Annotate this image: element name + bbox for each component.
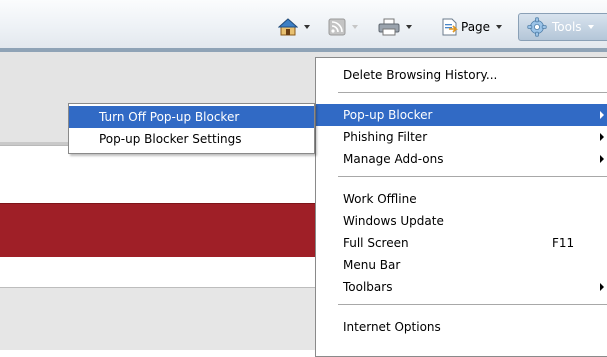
tools-dropdown-caret — [587, 25, 594, 29]
submenu-item-label: Turn Off Pop-up Blocker — [99, 110, 240, 124]
command-bar: Page Tools — [0, 0, 607, 48]
submenu-arrow-icon — [600, 155, 604, 163]
menu-item-popup-blocker[interactable]: Pop-up Blocker — [316, 104, 607, 126]
menu-item-toolbars[interactable]: Toolbars — [316, 276, 607, 298]
popup-blocker-submenu: Turn Off Pop-up Blocker Pop-up Blocker S… — [68, 103, 315, 154]
page-icon — [442, 18, 458, 36]
print-dropdown-caret[interactable] — [406, 25, 412, 29]
submenu-arrow-icon — [600, 133, 604, 141]
menu-item-windows-update[interactable]: Windows Update — [316, 210, 607, 232]
print-button[interactable] — [378, 16, 412, 38]
submenu-item-popup-blocker-settings[interactable]: Pop-up Blocker Settings — [69, 128, 314, 150]
menu-item-label: Work Offline — [343, 192, 417, 206]
menu-item-work-offline[interactable]: Work Offline — [316, 188, 607, 210]
tools-menu-button[interactable]: Tools — [518, 13, 607, 41]
page-menu-button[interactable]: Page — [440, 16, 503, 38]
submenu-item-label: Pop-up Blocker Settings — [99, 132, 242, 146]
feeds-button[interactable] — [328, 16, 358, 38]
menu-item-internet-options[interactable]: Internet Options — [316, 316, 607, 338]
menu-item-label: Internet Options — [343, 320, 441, 334]
rss-feeds-icon — [328, 18, 346, 36]
menu-item-full-screen[interactable]: Full Screen F11 — [316, 232, 607, 254]
menu-separator — [338, 304, 607, 305]
page-menu-label: Page — [461, 20, 491, 34]
feeds-dropdown-caret[interactable] — [352, 25, 358, 29]
menu-separator — [338, 92, 607, 93]
menu-item-manage-add-ons[interactable]: Manage Add-ons — [316, 148, 607, 170]
page-dropdown-caret — [496, 25, 503, 29]
menu-item-phishing-filter[interactable]: Phishing Filter — [316, 126, 607, 148]
home-dropdown-caret[interactable] — [304, 25, 310, 29]
menu-item-label: Phishing Filter — [343, 130, 428, 144]
home-icon — [278, 18, 298, 36]
tools-menu-label: Tools — [552, 20, 582, 34]
menu-item-label: Windows Update — [343, 214, 444, 228]
submenu-arrow-icon — [600, 111, 604, 119]
menu-item-delete-browsing-history[interactable]: Delete Browsing History... — [316, 64, 607, 86]
home-button[interactable] — [278, 16, 310, 38]
menu-item-label: Manage Add-ons — [343, 152, 444, 166]
menu-separator — [338, 176, 607, 177]
shortcut-label: F11 — [552, 236, 575, 250]
menu-item-label: Full Screen — [343, 236, 409, 250]
menu-item-label: Delete Browsing History... — [343, 68, 498, 82]
gear-icon — [527, 17, 547, 37]
submenu-item-turn-off-popup-blocker[interactable]: Turn Off Pop-up Blocker — [69, 106, 314, 128]
tools-menu: Delete Browsing History... Pop-up Blocke… — [315, 57, 607, 357]
menu-item-label: Menu Bar — [343, 258, 401, 272]
menu-item-menu-bar[interactable]: Menu Bar — [316, 254, 607, 276]
printer-icon — [378, 18, 400, 36]
menu-item-label: Pop-up Blocker — [343, 108, 433, 122]
menu-item-label: Toolbars — [343, 280, 393, 294]
submenu-arrow-icon — [600, 283, 604, 291]
